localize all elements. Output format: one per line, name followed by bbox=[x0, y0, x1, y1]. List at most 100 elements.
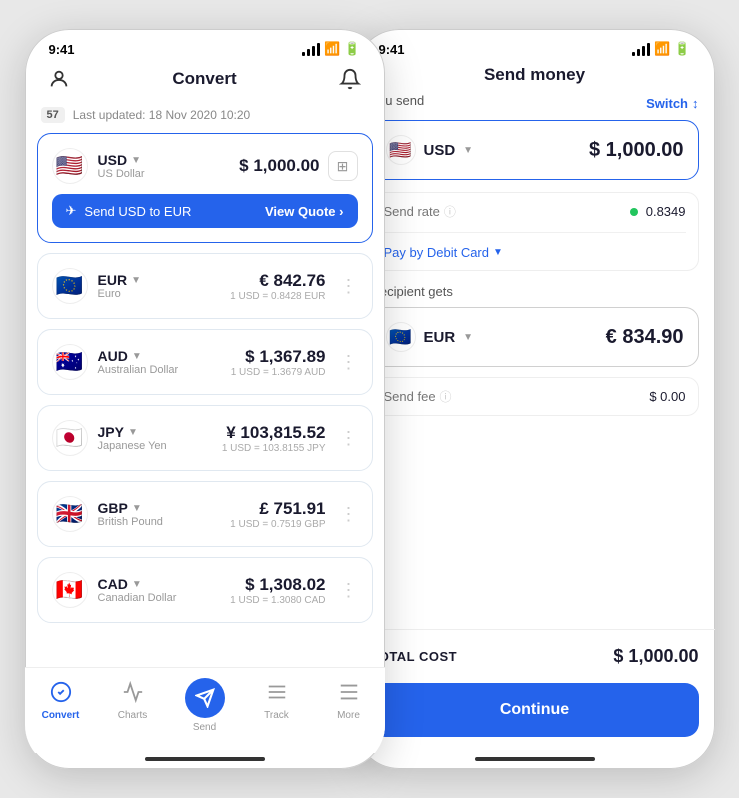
send-fee-label: Send fee bbox=[384, 389, 436, 404]
calculator-icon[interactable]: ⊞ bbox=[328, 151, 358, 181]
cad-name: Canadian Dollar bbox=[98, 592, 177, 604]
tab-charts[interactable]: Charts bbox=[97, 678, 169, 733]
info-icon: ⓘ bbox=[444, 203, 456, 220]
pay-method-selector[interactable]: Pay by Debit Card ▼ bbox=[384, 245, 503, 260]
wifi-icon-right: 📶 bbox=[654, 41, 670, 57]
convert-tab-label: Convert bbox=[42, 710, 80, 721]
currency-chevron: ▼ bbox=[463, 145, 473, 156]
cad-more-icon[interactable]: ⋮ bbox=[334, 580, 358, 601]
updated-text: Last updated: 18 Nov 2020 10:20 bbox=[73, 108, 250, 122]
aud-rate: 1 USD = 1.3679 AUD bbox=[231, 367, 326, 378]
recipient-flag: 🇪🇺 bbox=[386, 322, 416, 352]
nav-bar-right: Send money bbox=[355, 61, 715, 93]
send-rate-row: Send rate ⓘ 0.8349 bbox=[384, 195, 686, 228]
time-left: 9:41 bbox=[49, 42, 75, 57]
send-fee-value: $ 0.00 bbox=[649, 389, 685, 404]
jpy-code: JPY ▼ bbox=[98, 424, 167, 440]
cad-rate: 1 USD = 1.3080 CAD bbox=[230, 595, 325, 606]
more-tab-label: More bbox=[337, 710, 360, 721]
send-money-section: You send Switch ↕ 🇺🇸 USD ▼ $ 1,000.00 bbox=[355, 93, 715, 523]
usd-name: US Dollar bbox=[98, 168, 145, 180]
fee-info-icon: ⓘ bbox=[440, 388, 452, 405]
tab-send[interactable]: Send bbox=[169, 678, 241, 733]
eur-code: EUR ▼ bbox=[98, 272, 141, 288]
tab-more[interactable]: More bbox=[313, 678, 385, 733]
gbp-card[interactable]: 🇬🇧 GBP ▼ British Pound £ 751.91 1 USD = … bbox=[37, 481, 373, 547]
status-icons-right: 📶 🔋 bbox=[632, 41, 690, 57]
right-phone: 9:41 📶 🔋 Send money Y bbox=[355, 29, 715, 769]
recipient-chevron: ▼ bbox=[463, 332, 473, 343]
eur-amount: € 842.76 bbox=[230, 271, 325, 291]
eur-more-icon[interactable]: ⋮ bbox=[334, 276, 358, 297]
total-cost-bar: TOTAL COST $ 1,000.00 bbox=[355, 629, 715, 683]
usd-code: USD ▼ bbox=[98, 152, 145, 168]
recipient-currency-selector[interactable]: 🇪🇺 EUR ▼ bbox=[386, 322, 474, 352]
tab-track[interactable]: Track bbox=[241, 678, 313, 733]
continue-button[interactable]: Continue bbox=[371, 683, 699, 737]
send-flag: 🇺🇸 bbox=[386, 135, 416, 165]
nav-title-left: Convert bbox=[172, 69, 236, 89]
gbp-amount: £ 751.91 bbox=[230, 499, 325, 519]
gbp-flag: 🇬🇧 bbox=[52, 496, 88, 532]
aud-name: Australian Dollar bbox=[98, 364, 179, 376]
wifi-icon: 📶 bbox=[324, 41, 340, 57]
send-rate-value: 0.8349 bbox=[630, 204, 685, 219]
aud-more-icon[interactable]: ⋮ bbox=[334, 352, 358, 373]
jpy-flag: 🇯🇵 bbox=[52, 420, 88, 456]
send-fab-icon bbox=[185, 678, 225, 718]
cad-amount: $ 1,308.02 bbox=[230, 575, 325, 595]
cad-card[interactable]: 🇨🇦 CAD ▼ Canadian Dollar $ 1,308.02 1 US… bbox=[37, 557, 373, 623]
usd-amount: $ 1,000.00 bbox=[239, 156, 319, 176]
eur-card[interactable]: 🇪🇺 EUR ▼ Euro € 842.76 1 USD = 0.8428 EU… bbox=[37, 253, 373, 319]
jpy-rate: 1 USD = 103.8155 JPY bbox=[222, 443, 326, 454]
aud-flag: 🇦🇺 bbox=[52, 344, 88, 380]
bell-icon[interactable] bbox=[336, 65, 364, 93]
jpy-more-icon[interactable]: ⋮ bbox=[334, 428, 358, 449]
nav-bar-left: Convert bbox=[25, 61, 385, 101]
battery-icon: 🔋 bbox=[344, 41, 360, 57]
you-send-card[interactable]: 🇺🇸 USD ▼ $ 1,000.00 bbox=[371, 120, 699, 180]
currency-section: 🇺🇸 USD ▼ US Dollar $ 1,000.00 ⊞ bbox=[25, 133, 385, 667]
more-tab-icon bbox=[335, 678, 363, 706]
active-currency-card[interactable]: 🇺🇸 USD ▼ US Dollar $ 1,000.00 ⊞ bbox=[37, 133, 373, 243]
send-bar-label: Send USD to EUR bbox=[84, 204, 191, 219]
send-icon: ✈ bbox=[66, 203, 77, 219]
pay-method-row[interactable]: Pay by Debit Card ▼ bbox=[384, 237, 686, 268]
track-tab-label: Track bbox=[264, 710, 289, 721]
aud-code: AUD ▼ bbox=[98, 348, 179, 364]
home-indicator-left bbox=[145, 757, 265, 761]
home-indicator-right bbox=[475, 757, 595, 761]
status-icons-left: 📶 🔋 bbox=[302, 41, 360, 57]
send-currency-selector[interactable]: 🇺🇸 USD ▼ bbox=[386, 135, 474, 165]
track-tab-icon bbox=[263, 678, 291, 706]
pay-chevron-icon: ▼ bbox=[493, 247, 503, 258]
nav-title-right: Send money bbox=[484, 65, 585, 85]
jpy-card[interactable]: 🇯🇵 JPY ▼ Japanese Yen ¥ 103,815.52 1 USD… bbox=[37, 405, 373, 471]
tab-convert[interactable]: Convert bbox=[25, 678, 97, 733]
gbp-rate: 1 USD = 0.7519 GBP bbox=[230, 519, 325, 530]
aud-card[interactable]: 🇦🇺 AUD ▼ Australian Dollar $ 1,367.89 1 … bbox=[37, 329, 373, 395]
jpy-amount: ¥ 103,815.52 bbox=[222, 423, 326, 443]
send-amount: $ 1,000.00 bbox=[589, 139, 684, 162]
switch-button[interactable]: Switch ↕ bbox=[646, 96, 698, 111]
signal-icon-right bbox=[632, 43, 650, 56]
update-badge: 57 bbox=[41, 107, 65, 123]
gbp-more-icon[interactable]: ⋮ bbox=[334, 504, 358, 525]
left-phone: 9:41 📶 🔋 Convert bbox=[25, 29, 385, 769]
updated-bar: 57 Last updated: 18 Nov 2020 10:20 bbox=[25, 101, 385, 133]
send-fee-row: Send fee ⓘ $ 0.00 bbox=[384, 380, 686, 413]
status-bar-right: 9:41 📶 🔋 bbox=[355, 29, 715, 61]
recipient-amount: € 834.90 bbox=[606, 326, 684, 349]
time-right: 9:41 bbox=[379, 42, 405, 57]
charts-tab-icon bbox=[119, 678, 147, 706]
eur-flag: 🇪🇺 bbox=[52, 268, 88, 304]
usd-flag: 🇺🇸 bbox=[52, 148, 88, 184]
view-quote-btn[interactable]: View Quote › bbox=[265, 204, 344, 219]
send-bar[interactable]: ✈ Send USD to EUR View Quote › bbox=[52, 194, 358, 228]
cad-flag: 🇨🇦 bbox=[52, 572, 88, 608]
signal-icon bbox=[302, 43, 320, 56]
profile-icon[interactable] bbox=[45, 65, 73, 93]
eur-rate: 1 USD = 0.8428 EUR bbox=[230, 291, 325, 302]
recipient-card[interactable]: 🇪🇺 EUR ▼ € 834.90 bbox=[371, 307, 699, 367]
cad-code: CAD ▼ bbox=[98, 576, 177, 592]
